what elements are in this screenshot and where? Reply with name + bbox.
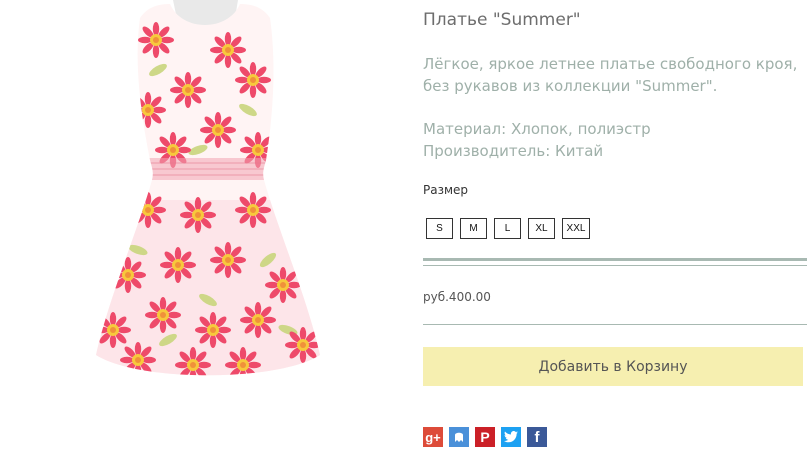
- myworld-icon: [455, 432, 463, 442]
- product-description: Лёгкое, яркое летнее платье свободного к…: [423, 55, 798, 95]
- divider: [423, 258, 807, 261]
- google-plus-icon: g+: [425, 429, 441, 445]
- facebook-share-button[interactable]: f: [527, 427, 547, 447]
- size-label: Размер: [423, 183, 469, 197]
- product-price: руб.400.00: [423, 290, 491, 304]
- google-plus-share-button[interactable]: g+: [423, 427, 443, 447]
- product-material: Материал: Хлопок, полиэстр: [423, 120, 651, 138]
- size-option-xxl[interactable]: XXL: [562, 218, 590, 239]
- product-image[interactable]: [78, 0, 336, 400]
- size-option-l[interactable]: L: [494, 218, 521, 239]
- divider: [423, 324, 807, 325]
- pinterest-share-button[interactable]: P: [475, 427, 495, 447]
- pinterest-icon: P: [480, 429, 490, 445]
- product-specs: Материал: Хлопок, полиэстр Производитель…: [423, 118, 651, 162]
- size-option-s[interactable]: S: [426, 218, 453, 239]
- myworld-share-button[interactable]: [449, 427, 469, 447]
- product-manufacturer: Производитель: Китай: [423, 142, 604, 160]
- dress-image: [96, 0, 320, 376]
- size-option-m[interactable]: M: [460, 218, 487, 239]
- size-selector: S M L XL XXL: [426, 218, 590, 239]
- size-option-xl[interactable]: XL: [528, 218, 555, 239]
- product-title: Платье "Summer": [423, 10, 581, 30]
- facebook-icon: f: [534, 428, 540, 446]
- divider: [423, 265, 807, 266]
- add-to-cart-button[interactable]: Добавить в Корзину: [423, 347, 803, 386]
- share-buttons: g+ P f: [423, 427, 547, 447]
- twitter-share-button[interactable]: [501, 427, 521, 447]
- twitter-icon: [504, 431, 518, 443]
